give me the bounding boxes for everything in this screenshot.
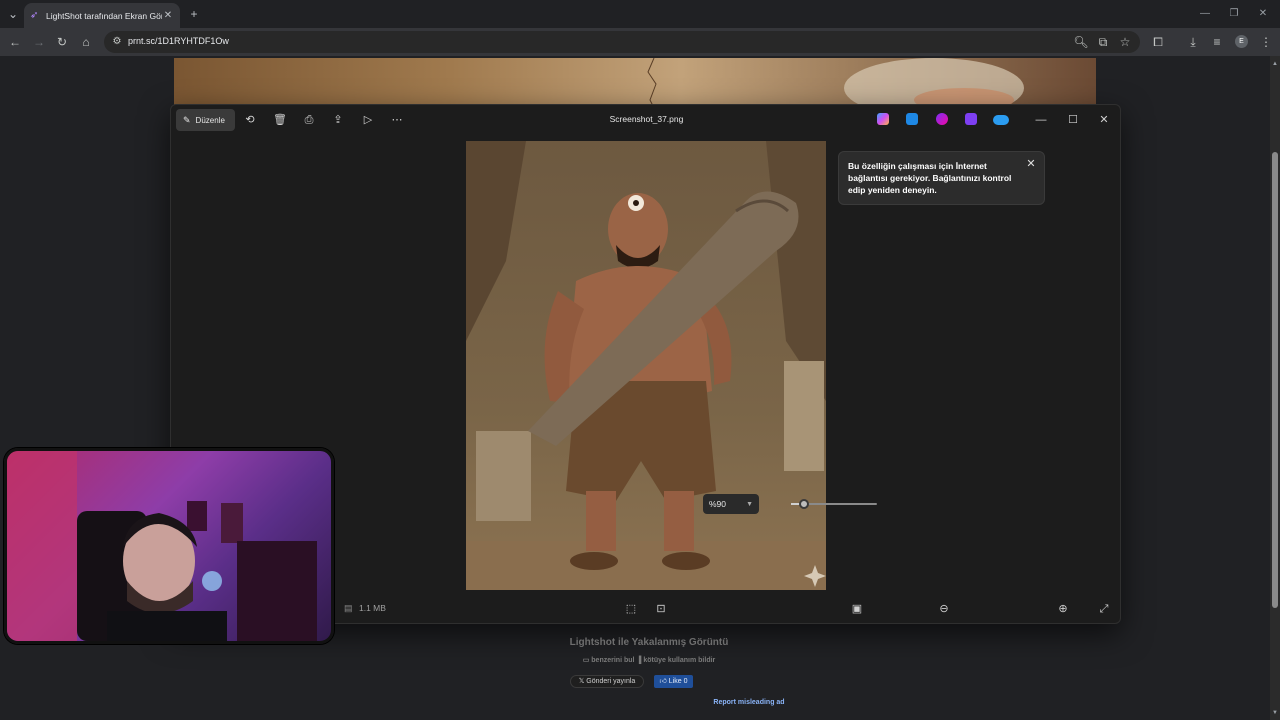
photos-minimize-icon[interactable]: — — [1033, 112, 1049, 128]
streamer-webcam-feed — [7, 451, 317, 641]
fullscreen-icon[interactable]: ⤢ — [1096, 601, 1112, 617]
media-controls-icon[interactable]: ≡ — [1208, 33, 1226, 51]
onedrive-cloud-icon[interactable] — [993, 115, 1009, 125]
bookmark-star-icon[interactable]: ☆ — [1116, 33, 1134, 51]
visual-search-icon[interactable]: ⊡ — [653, 601, 669, 617]
displayed-photo[interactable] — [466, 141, 826, 590]
paint-app-icon[interactable] — [906, 113, 918, 125]
chrome-menu-icon[interactable]: ⋮ — [1257, 33, 1275, 51]
find-similar-link[interactable]: benzerini bul — [591, 657, 634, 664]
chevron-down-icon: ▼ — [746, 500, 753, 508]
reload-icon[interactable]: ↻ — [53, 33, 71, 51]
lightshot-feather-icon: ➶ — [30, 9, 39, 21]
back-icon[interactable]: ← — [6, 33, 24, 51]
forward-icon[interactable]: → — [30, 33, 48, 51]
x-post-button[interactable]: 𝕏 Gönderi yayınla — [570, 675, 644, 688]
report-ad-link[interactable]: Report misleading ad — [700, 699, 798, 706]
offline-notification: Bu özelliğin çalışması için İnternet bağ… — [838, 151, 1045, 205]
address-bar[interactable] — [104, 31, 1140, 53]
lightshot-links: ▭ benzerini bul ▐ kötüye kullanım bildir — [0, 656, 1280, 664]
camera-icon: ▭ — [582, 657, 592, 664]
zoom-in-icon[interactable]: ⊕ — [1055, 601, 1071, 617]
photo-filename: Screenshot_37.png — [609, 114, 684, 124]
downloads-icon[interactable]: ⤓ — [1184, 33, 1202, 51]
photos-maximize-icon[interactable]: ☐ — [1065, 112, 1081, 128]
tab-search-chevron-icon[interactable]: ⌄ — [5, 6, 21, 22]
install-app-icon[interactable]: ⧉ — [1094, 33, 1112, 51]
painting-detail — [647, 57, 1024, 118]
home-icon[interactable]: ⌂ — [77, 33, 95, 51]
clipchamp-app-icon[interactable] — [965, 113, 977, 125]
thumbs-up-icon: 👍︎ — [659, 678, 669, 685]
background-painting — [174, 57, 1096, 118]
zoom-level-dropdown[interactable]: %90 ▼ — [703, 494, 759, 514]
photos-close-icon[interactable]: ✕ — [1096, 112, 1112, 128]
zoom-level-value: %90 — [709, 499, 727, 509]
scroll-up-arrow-icon[interactable]: ▲ — [1271, 60, 1279, 68]
tab-title: LightShot tarafından Ekran Görüntüsü — [46, 10, 162, 21]
file-info-icon: ▤ — [344, 603, 353, 613]
restore-window-icon[interactable]: ❐ — [1222, 6, 1246, 22]
file-size: 1.1 MB — [359, 603, 386, 613]
cyclops-illustration — [466, 141, 826, 590]
tab-close-icon[interactable]: ✕ — [162, 10, 174, 21]
copilot-app-icon[interactable] — [877, 113, 889, 125]
scroll-down-arrow-icon[interactable]: ▼ — [1271, 709, 1279, 717]
zoom-magnifier-icon[interactable]: 🔍︎ — [1072, 33, 1090, 51]
notification-close-icon[interactable]: ✕ — [1024, 157, 1038, 171]
crop-select-icon[interactable]: ⬚ — [623, 601, 639, 617]
x-post-label: Gönderi yayınla — [586, 678, 636, 685]
url-text[interactable]: prnt.sc/1D1RYHTDF1Ow — [128, 36, 229, 46]
scrollbar-thumb[interactable] — [1272, 152, 1278, 608]
zoom-slider-thumb[interactable] — [799, 499, 809, 509]
close-window-icon[interactable]: ✕ — [1251, 6, 1275, 22]
zoom-out-icon[interactable]: ⊖ — [936, 601, 952, 617]
like-label: Like 0 — [668, 678, 688, 685]
profile-avatar[interactable]: E — [1235, 35, 1248, 48]
browser-tab[interactable]: ➶ LightShot tarafından Ekran Görüntüsü ✕ — [24, 3, 180, 28]
report-abuse-link[interactable]: kötüye kullanım bildir — [643, 657, 715, 664]
designer-app-icon[interactable] — [936, 113, 948, 125]
fit-to-window-icon[interactable]: ▣ — [849, 601, 865, 617]
extensions-puzzle-icon[interactable]: ⧠ — [1149, 33, 1167, 51]
facebook-like-button[interactable]: 👍︎ Like 0 — [654, 675, 693, 688]
webcam-overlay — [4, 448, 334, 644]
minimize-window-icon[interactable]: — — [1193, 6, 1217, 22]
new-tab-button[interactable]: + — [186, 6, 202, 22]
site-info-icon[interactable]: ⚙ — [108, 33, 126, 51]
